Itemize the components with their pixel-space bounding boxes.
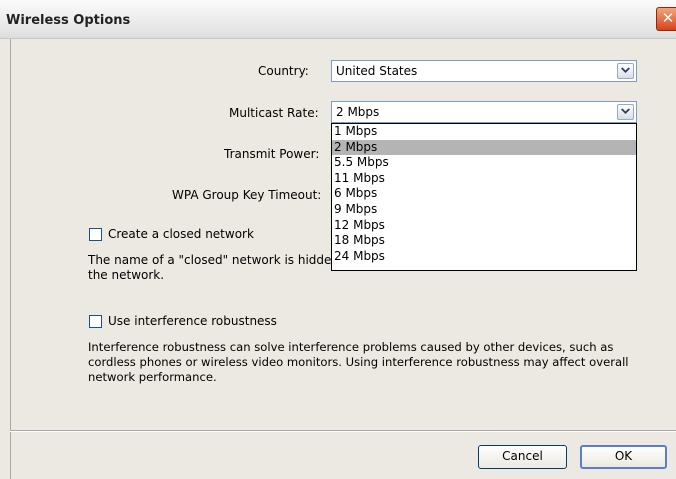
country-value: United States: [336, 64, 418, 78]
wireless-options-dialog: Wireless Options ✕ Country: United State…: [0, 0, 676, 479]
multicast-rate-option[interactable]: 24 Mbps: [332, 249, 636, 265]
country-label: Country:: [258, 64, 309, 78]
transmit-power-label: Transmit Power:: [224, 147, 320, 161]
cancel-button[interactable]: Cancel: [478, 445, 567, 469]
dialog-title: Wireless Options: [6, 13, 131, 28]
country-select[interactable]: United States: [331, 60, 637, 82]
interference-label[interactable]: Use interference robustness: [108, 314, 277, 328]
interference-desc-line3: network performance.: [88, 370, 217, 384]
multicast-rate-value: 2 Mbps: [336, 105, 380, 119]
multicast-rate-option[interactable]: 2 Mbps: [332, 139, 636, 156]
closed-network-desc-line2: the network.: [88, 268, 165, 282]
multicast-rate-option[interactable]: 11 Mbps: [332, 171, 636, 187]
chevron-down-icon[interactable]: [617, 104, 634, 120]
multicast-rate-dropdown-list: 1 Mbps 2 Mbps 5.5 Mbps 11 Mbps 6 Mbps 9 Mbps 1…: [331, 123, 637, 271]
closed-network-label[interactable]: Create a closed network: [108, 227, 254, 241]
close-icon: ✕: [661, 9, 675, 27]
multicast-rate-select[interactable]: 2 Mbps: [331, 101, 637, 123]
interference-checkbox[interactable]: [89, 315, 102, 328]
multicast-rate-option[interactable]: 12 Mbps: [332, 218, 636, 234]
chevron-down-icon[interactable]: [617, 63, 634, 79]
multicast-rate-option[interactable]: 1 Mbps: [332, 124, 636, 140]
interference-desc-line2: cordless phones or wireless video monito…: [88, 355, 629, 369]
multicast-rate-option[interactable]: 5.5 Mbps: [332, 155, 636, 171]
interference-desc-line1: Interference robustness can solve interf…: [88, 340, 614, 354]
closed-network-desc-line1: The name of a "closed" network is hidden…: [88, 253, 343, 267]
multicast-rate-label: Multicast Rate:: [229, 106, 319, 120]
closed-network-checkbox[interactable]: [89, 228, 102, 241]
wpa-timeout-label: WPA Group Key Timeout:: [172, 188, 322, 202]
divider: [10, 430, 676, 432]
ok-button[interactable]: OK: [580, 445, 667, 469]
multicast-rate-option[interactable]: 18 Mbps: [332, 233, 636, 249]
title-bar: Wireless Options: [0, 0, 676, 39]
multicast-rate-option[interactable]: 6 Mbps: [332, 186, 636, 202]
close-button[interactable]: ✕: [656, 7, 676, 31]
multicast-rate-option[interactable]: 9 Mbps: [332, 202, 636, 218]
